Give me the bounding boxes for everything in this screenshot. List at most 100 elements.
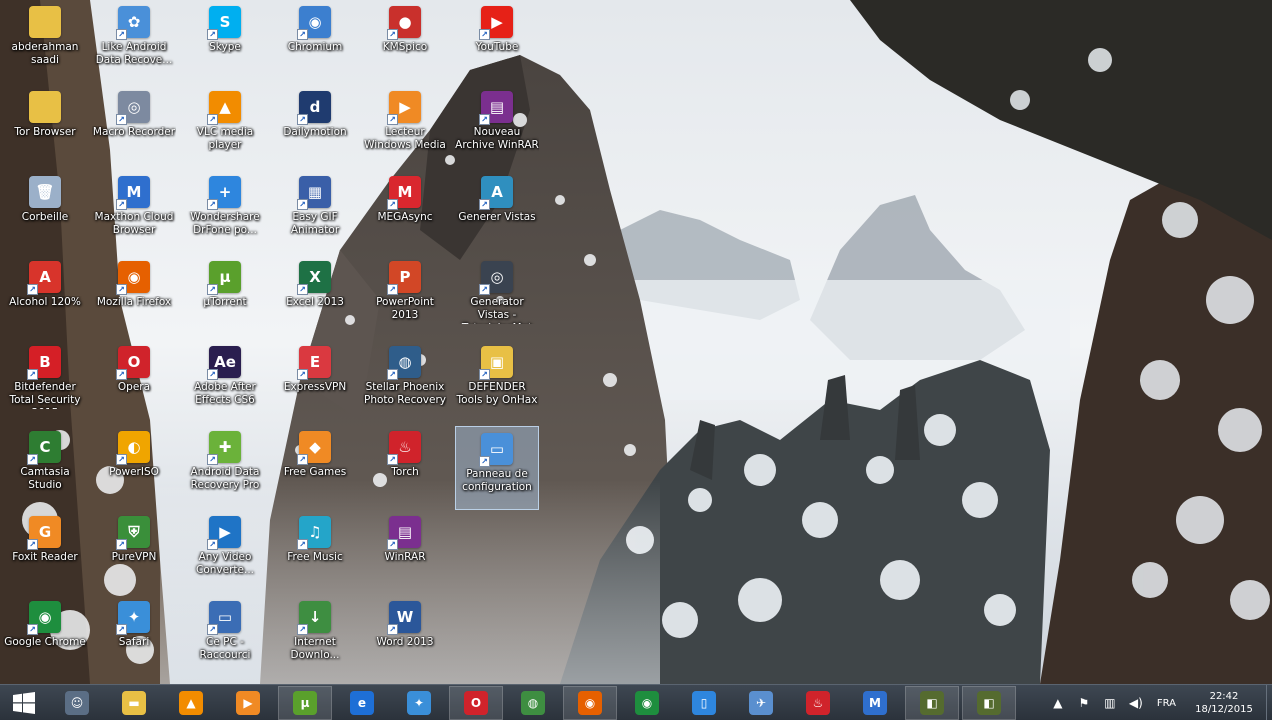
shortcut-label: Free Music [287, 551, 343, 563]
taskbar-explorer-icon: ▬ [122, 690, 146, 715]
desktop-shortcut[interactable]: ✿ ↗ Like Android Data Recove... [92, 0, 176, 84]
taskbar-button[interactable]: ◉ [620, 686, 674, 720]
shortcut-arrow-icon: ↗ [297, 29, 308, 40]
desktop-shortcut[interactable]: ▶ ↗ Any Video Converte... [183, 510, 267, 594]
taskbar-button[interactable]: ◉ [563, 685, 617, 720]
shortcut-label: Like Android Data Recove... [95, 41, 173, 66]
desktop-shortcut[interactable]: A ↗ Alcohol 120% [3, 255, 87, 339]
desktop-shortcut[interactable]: ◆ ↗ Free Games [273, 425, 357, 509]
desktop-shortcut[interactable]: W ↗ Word 2013 [363, 595, 447, 679]
taskbar-button[interactable]: e [335, 686, 389, 720]
taskbar-button[interactable]: ▯ [677, 686, 731, 720]
desktop-shortcut[interactable]: ◍ ↗ Stellar Phoenix Photo Recovery [363, 340, 447, 424]
desktop-shortcut[interactable]: ▤ ↗ WinRAR [363, 510, 447, 594]
desktop-shortcut[interactable]: ◉ ↗ Mozilla Firefox [92, 255, 176, 339]
desktop-shortcut[interactable]: ♨ ↗ Torch [363, 425, 447, 509]
taskbar-button[interactable]: ☺ [50, 686, 104, 720]
flag-icon[interactable]: ⚑ [1074, 693, 1094, 713]
taskbar-button[interactable]: O [449, 685, 503, 720]
shortcut-label: Corbeille [21, 211, 69, 223]
shortcut-label: VLC media player [196, 126, 254, 151]
desktop-shortcut[interactable]: ▣ ↗ DEFENDER Tools by OnHax [455, 340, 539, 424]
taskbar-opera-icon: O [464, 690, 488, 715]
desktop-shortcut[interactable]: ◎ ↗ Macro Recorder [92, 85, 176, 169]
desktop-shortcut[interactable]: ● ↗ KMSpico [363, 0, 447, 84]
taskbar-button[interactable]: ✈ [734, 686, 788, 720]
desktop-shortcut[interactable]: C ↗ Camtasia Studio [3, 425, 87, 509]
shortcut-arrow-icon: ↗ [479, 114, 490, 125]
desktop-shortcut[interactable]: µ ↗ µTorrent [183, 255, 267, 339]
desktop-shortcut[interactable]: ◎↗Generator Vistas - TutorialesMat [455, 255, 539, 339]
shortcut-label: MEGAsync [377, 211, 433, 223]
taskbar-button[interactable]: ◧ [905, 685, 959, 720]
desktop-shortcut[interactable]: ▦ ↗ Easy GIF Animator [273, 170, 357, 254]
desktop-shortcut[interactable]: Tor Browser [3, 85, 87, 169]
shortcut-arrow-icon: ↗ [297, 114, 308, 125]
desktop-shortcut[interactable]: ✦ ↗ Safari [92, 595, 176, 679]
desktop-shortcut[interactable]: X ↗ Excel 2013 [273, 255, 357, 339]
taskbar-button[interactable]: ♨ [791, 686, 845, 720]
desktop-shortcut[interactable]: 🗑 Corbeille [3, 170, 87, 254]
desktop-shortcut[interactable]: ▶ ↗ YouTube [455, 0, 539, 84]
desktop-shortcut[interactable]: ▭ ↗ Ce PC - Raccourci [183, 595, 267, 679]
shortcut-label: Macro Recorder [92, 126, 176, 138]
taskbar-button[interactable]: µ [278, 685, 332, 720]
desktop-shortcut[interactable]: Ae ↗ Adobe After Effects CS6 [183, 340, 267, 424]
volume-icon[interactable]: ◀) [1126, 693, 1146, 713]
any-video-icon: ▶ ↗ [207, 516, 241, 550]
desktop-shortcut[interactable]: ▶ ↗ Lecteur Windows Media [363, 85, 447, 169]
shortcut-arrow-icon: ↗ [27, 539, 38, 550]
taskbar-maxthon-icon: M [863, 690, 887, 715]
network-icon[interactable]: ▥ [1100, 693, 1120, 713]
shortcut-arrow-icon: ↗ [387, 114, 398, 125]
desktop-shortcut[interactable]: ▲ ↗ VLC media player [183, 85, 267, 169]
taskbar-button[interactable]: ▲ [164, 686, 218, 720]
word-icon: W ↗ [387, 601, 421, 635]
desktop-shortcut[interactable]: ▭ ↗ Panneau de configuration [455, 426, 539, 510]
taskbar-button[interactable]: M [848, 686, 902, 720]
desktop-shortcut[interactable]: E ↗ ExpressVPN [273, 340, 357, 424]
shortcut-arrow-icon: ↗ [207, 624, 218, 635]
shortcut-arrow-icon: ↗ [207, 29, 218, 40]
desktop-shortcut[interactable]: M ↗ MEGAsync [363, 170, 447, 254]
desktop-shortcut[interactable]: ◐ ↗ PowerISO [92, 425, 176, 509]
desktop-shortcut[interactable]: M ↗ Maxthon Cloud Browser [92, 170, 176, 254]
desktop-shortcut[interactable]: abderahman saadi [3, 0, 87, 84]
desktop-shortcut[interactable]: S ↗ Skype [183, 0, 267, 84]
desktop-shortcut[interactable]: B↗Bitdefender Total Security 2015 [3, 340, 87, 424]
shortcut-arrow-icon: ↗ [297, 199, 308, 210]
desktop-shortcut[interactable]: ▤ ↗ Nouveau Archive WinRAR [455, 85, 539, 169]
shortcut-arrow-icon: ↗ [116, 114, 127, 125]
shortcut-arrow-icon: ↗ [207, 454, 218, 465]
desktop-shortcut[interactable]: ↓ ↗ Internet Downlo... [273, 595, 357, 679]
kmspico-icon: ● ↗ [387, 6, 421, 40]
shortcut-label: Dailymotion [283, 126, 347, 138]
shortcut-label: Torch [391, 466, 419, 478]
desktop-shortcut[interactable]: ♫ ↗ Free Music [273, 510, 357, 594]
desktop-shortcut[interactable]: ◉ ↗ Chromium [273, 0, 357, 84]
taskbar-button[interactable]: ▶ [221, 686, 275, 720]
show-hidden-icons-icon[interactable]: ▲ [1048, 693, 1068, 713]
desktop-shortcut[interactable]: ◉ ↗ Google Chrome [3, 595, 87, 679]
desktop-shortcut[interactable]: ✚ ↗ Android Data Recovery Pro [183, 425, 267, 509]
desktop-shortcut[interactable]: ⛨ ↗ PureVPN [92, 510, 176, 594]
taskbar: ☺ ▬ ▲ ▶ µ e ✦ O ◍ ◉ ◉ ▯ ✈ ♨ M ◧ ◧ ▲ ⚑ ▥ ◀) FRA 22:42 18/… [0, 684, 1272, 720]
desktop-shortcut[interactable]: + ↗ Wondershare DrFone po... [183, 170, 267, 254]
desktop[interactable]: abderahman saadi Tor Browser 🗑 Corbeille A ↗ A… [0, 0, 1272, 684]
taskbar-button[interactable]: ✦ [392, 686, 446, 720]
desktop-shortcut[interactable]: d ↗ Dailymotion [273, 85, 357, 169]
taskbar-button[interactable]: ◧ [962, 685, 1016, 720]
taskbar-button[interactable]: ◍ [506, 686, 560, 720]
internet-download-icon: ↓ ↗ [297, 601, 331, 635]
clock[interactable]: 22:42 18/12/2015 [1186, 690, 1262, 716]
desktop-shortcut[interactable]: O ↗ Opera [92, 340, 176, 424]
taskbar-button[interactable]: ▬ [107, 686, 161, 720]
safari-icon: ✦ ↗ [116, 601, 150, 635]
shortcut-label: Lecteur Windows Media [364, 126, 446, 151]
show-desktop-button[interactable] [1266, 685, 1272, 720]
start-button[interactable] [0, 686, 48, 720]
desktop-shortcut[interactable]: A ↗ Generer Vistas [455, 170, 539, 254]
desktop-shortcut[interactable]: P ↗ PowerPoint 2013 [363, 255, 447, 339]
input-language[interactable]: FRA [1157, 698, 1176, 709]
desktop-shortcut[interactable]: G ↗ Foxit Reader [3, 510, 87, 594]
